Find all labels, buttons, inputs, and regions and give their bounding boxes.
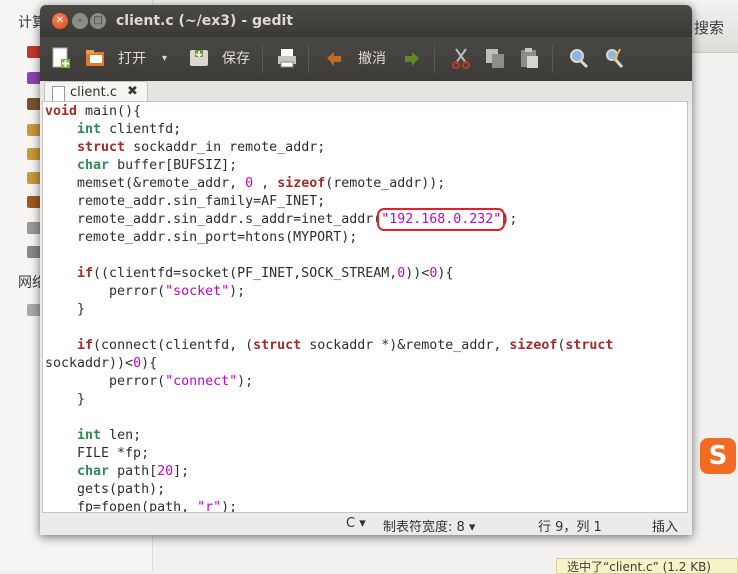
language-selector[interactable]: C ▾ bbox=[346, 516, 366, 531]
sogou-input-icon[interactable]: S bbox=[700, 438, 736, 474]
minimize-window-button[interactable]: – bbox=[72, 13, 88, 29]
toolbar-separator bbox=[308, 45, 309, 73]
string-literal: "192.168.0.232" bbox=[377, 208, 506, 231]
toolbar-separator bbox=[262, 45, 263, 73]
folder-icon[interactable] bbox=[27, 172, 41, 184]
folder-icon[interactable] bbox=[27, 148, 41, 160]
find-replace-icon[interactable] bbox=[604, 46, 626, 70]
cursor-position: 行 9，列 1 bbox=[538, 520, 602, 535]
string-literal: "connect" bbox=[165, 374, 238, 389]
insert-mode: 插入 bbox=[652, 520, 679, 535]
tab-close-icon[interactable]: ✖ bbox=[127, 84, 138, 99]
new-file-icon[interactable] bbox=[50, 46, 72, 70]
maximize-window-button[interactable]: □ bbox=[90, 13, 106, 29]
toolbar-separator bbox=[552, 45, 553, 73]
cut-icon[interactable] bbox=[450, 46, 472, 70]
gedit-window: ✕ – □ client.c (~/ex3) - gedit 打开 ▾ 保存 撤… bbox=[40, 5, 692, 535]
window-title: client.c (~/ex3) - gedit bbox=[116, 13, 294, 29]
find-icon[interactable] bbox=[568, 46, 590, 70]
tab-label: client.c bbox=[70, 85, 117, 100]
close-window-button[interactable]: ✕ bbox=[52, 13, 68, 29]
music-icon[interactable] bbox=[27, 196, 41, 208]
code-text[interactable]: void main(){ int clientfd; struct sockad… bbox=[45, 103, 613, 513]
undo-icon[interactable] bbox=[324, 46, 346, 70]
right-margin-indicator bbox=[687, 272, 688, 452]
string-literal: "r" bbox=[197, 500, 222, 513]
string-literal: "socket" bbox=[165, 284, 230, 299]
paste-icon[interactable] bbox=[518, 46, 540, 70]
folder-icon[interactable] bbox=[27, 124, 41, 136]
status-bar: C ▾ 制表符宽度: 8 ▾ 行 9，列 1 插入 bbox=[40, 513, 692, 535]
film-icon[interactable] bbox=[27, 98, 41, 110]
redo-icon[interactable] bbox=[400, 46, 422, 70]
sidebar-item-icon[interactable] bbox=[27, 46, 41, 58]
document-icon bbox=[52, 86, 65, 102]
search-button[interactable]: 搜索 bbox=[694, 17, 724, 38]
copy-icon[interactable] bbox=[484, 46, 506, 70]
save-button[interactable]: 保存 bbox=[222, 46, 250, 72]
toolbar-separator bbox=[434, 45, 435, 73]
title-bar[interactable]: ✕ – □ client.c (~/ex3) - gedit bbox=[40, 5, 692, 37]
drive-icon[interactable] bbox=[27, 222, 41, 234]
open-dropdown-icon[interactable]: ▾ bbox=[162, 46, 167, 72]
open-folder-icon[interactable] bbox=[84, 46, 106, 70]
toolbar: 打开 ▾ 保存 撤消 bbox=[40, 37, 692, 81]
selection-status-popup: 选中了“client.c” (1.2 KB) bbox=[556, 558, 738, 574]
network-icon[interactable] bbox=[27, 304, 41, 316]
sidebar-item-icon[interactable] bbox=[27, 72, 41, 84]
save-icon[interactable] bbox=[188, 46, 210, 70]
open-button[interactable]: 打开 bbox=[118, 46, 146, 72]
undo-button[interactable]: 撤消 bbox=[358, 46, 386, 72]
code-editor[interactable]: void main(){ int clientfd; struct sockad… bbox=[42, 101, 688, 513]
tab-width-selector[interactable]: 制表符宽度: 8 ▾ bbox=[383, 516, 475, 535]
print-icon[interactable] bbox=[276, 46, 298, 70]
trash-icon[interactable] bbox=[27, 246, 41, 258]
